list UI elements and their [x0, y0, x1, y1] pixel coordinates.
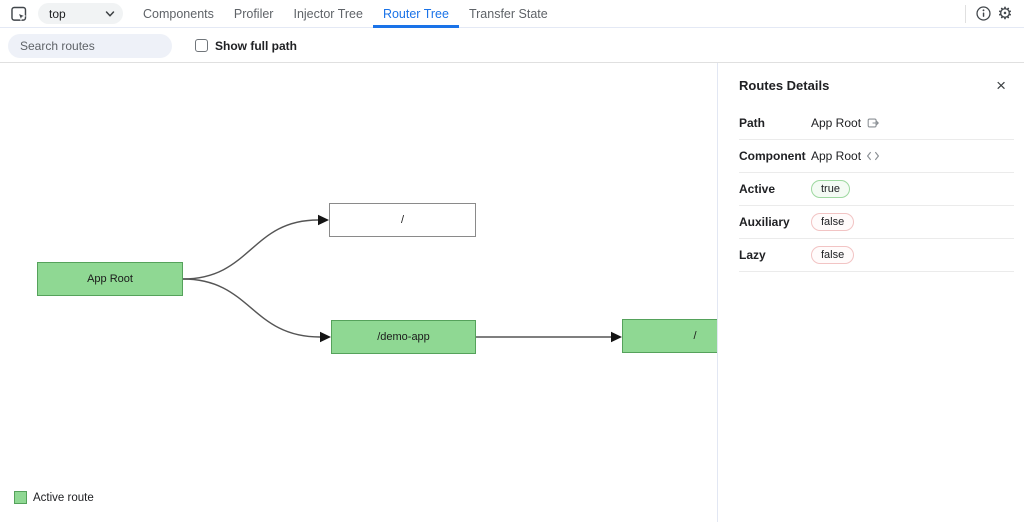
route-node-label: /	[400, 214, 405, 226]
tab-injector-tree[interactable]: Injector Tree	[283, 0, 372, 28]
detail-label: Lazy	[739, 248, 766, 262]
status-badge: true	[811, 180, 850, 198]
angular-devtools-app: top Components Profiler Injector Tree Ro…	[0, 0, 1024, 522]
edge-approot-to-demoapp	[182, 278, 321, 338]
status-badge: false	[811, 213, 855, 231]
route-node-demo-app[interactable]: /demo-app	[331, 320, 476, 354]
toolbar-divider	[965, 4, 966, 23]
info-button[interactable]	[972, 3, 994, 25]
inspect-icon	[11, 6, 27, 21]
route-node-demo-app-slash[interactable]: /	[622, 319, 717, 353]
tab-profiler[interactable]: Profiler	[224, 0, 284, 28]
tab-components[interactable]: Components	[133, 0, 224, 28]
inspect-element-button[interactable]	[8, 3, 30, 25]
route-node-root-slash[interactable]: /	[329, 203, 476, 237]
frame-selector-value: top	[49, 6, 66, 21]
show-full-path-checkbox[interactable]	[195, 39, 208, 52]
detail-label: Component	[739, 149, 806, 163]
detail-row-auxiliary: Auxiliary false	[739, 206, 1014, 239]
panel-title: Routes Details	[739, 77, 830, 93]
detail-row-component: Component App Root	[739, 140, 1014, 173]
main-toolbar: top Components Profiler Injector Tree Ro…	[0, 0, 1024, 28]
detail-row-path: Path App Root	[739, 107, 1014, 140]
gear-icon: ⚙	[997, 4, 1013, 23]
active-route-swatch	[14, 491, 27, 504]
route-node-label: App Root	[87, 273, 133, 285]
detail-label: Active	[739, 182, 776, 196]
arrowhead	[320, 331, 331, 343]
legend: Active route	[14, 491, 94, 504]
detail-label: Path	[739, 116, 766, 130]
filter-bar: Show full path	[0, 29, 1024, 63]
edge-approot-to-root	[182, 219, 319, 280]
frame-selector-dropdown[interactable]: top	[38, 3, 123, 24]
detail-row-lazy: Lazy false	[739, 239, 1014, 272]
close-icon[interactable]: ×	[992, 77, 1010, 94]
show-full-path-label: Show full path	[215, 38, 297, 53]
tab-transfer-state[interactable]: Transfer State	[459, 0, 558, 28]
navigate-icon[interactable]	[866, 116, 880, 130]
search-input[interactable]	[8, 33, 172, 58]
panel-header: Routes Details ×	[719, 63, 1024, 107]
code-icon[interactable]	[866, 150, 880, 162]
arrowhead	[318, 214, 329, 226]
routes-details-panel: Routes Details × Path App Root Component…	[719, 63, 1024, 522]
active-route-label: Active route	[33, 491, 94, 504]
tab-router-tree[interactable]: Router Tree	[372, 0, 459, 28]
route-node-label: /demo-app	[377, 331, 430, 343]
chevron-down-icon	[105, 10, 115, 17]
router-tree-canvas[interactable]: App Root / /demo-app / Active route	[0, 63, 718, 522]
detail-value: App Root	[811, 116, 862, 130]
info-icon	[975, 6, 991, 21]
detail-value: App Root	[811, 149, 862, 163]
tab-bar: Components Profiler Injector Tree Router…	[133, 0, 558, 28]
show-full-path-option[interactable]: Show full path	[195, 39, 297, 53]
settings-button[interactable]: ⚙	[994, 3, 1016, 25]
detail-label: Auxiliary	[739, 215, 790, 229]
arrowhead	[611, 331, 622, 343]
route-node-app-root[interactable]: App Root	[37, 262, 183, 296]
status-badge: false	[811, 246, 855, 264]
route-node-label: /	[693, 330, 697, 342]
detail-row-active: Active true	[739, 173, 1014, 206]
